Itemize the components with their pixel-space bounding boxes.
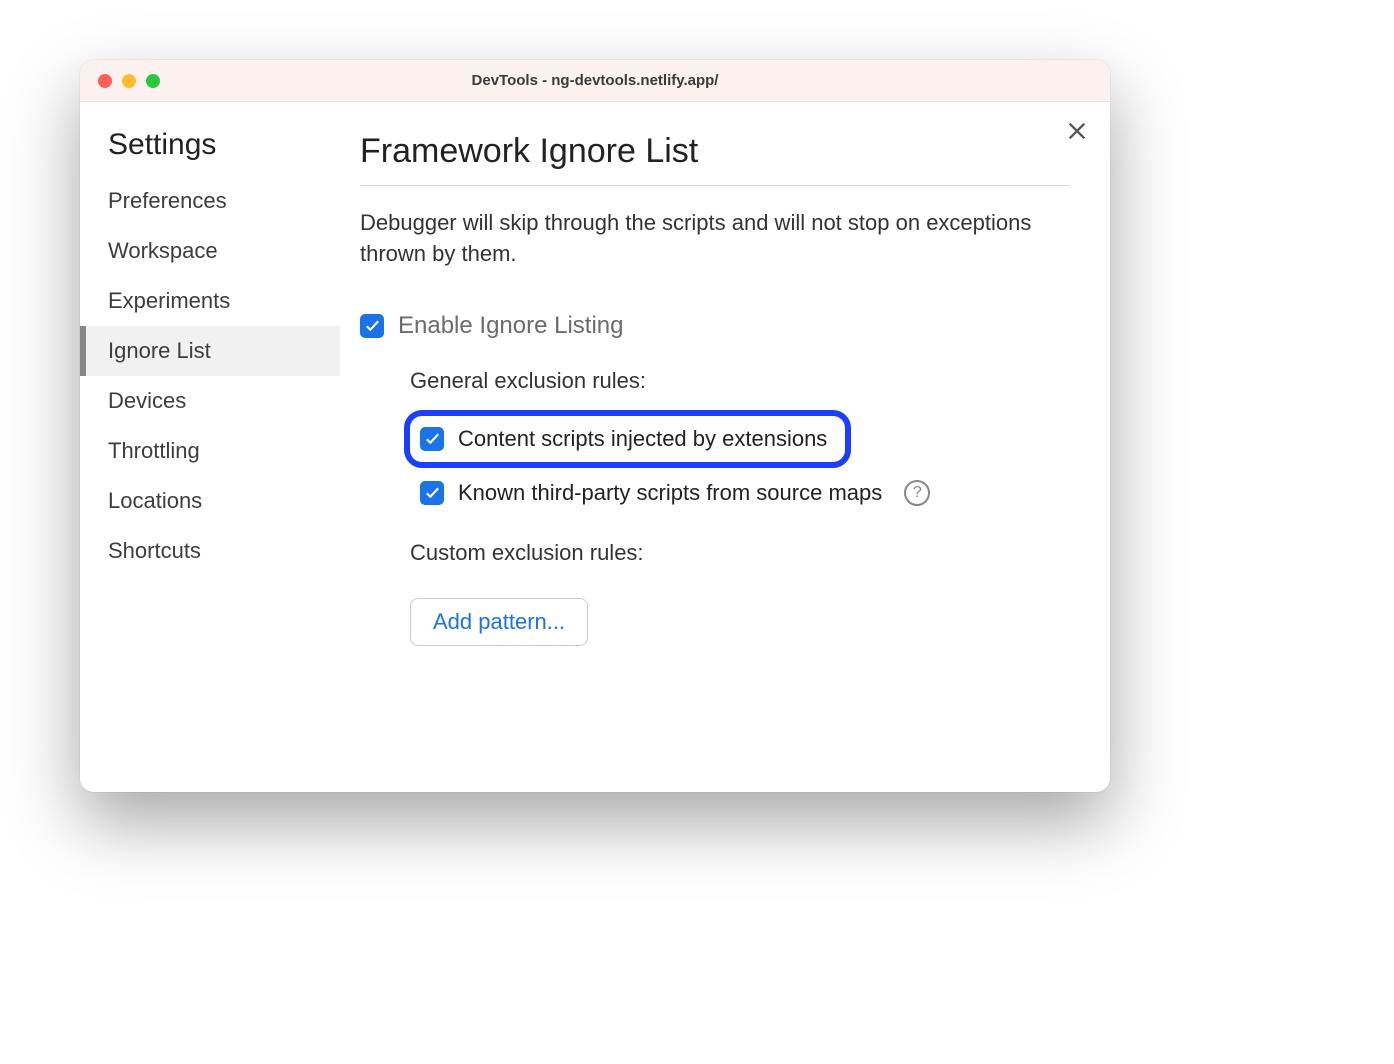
page-title: Framework Ignore List: [360, 132, 1070, 186]
checkmark-icon: [424, 484, 441, 501]
sidebar-item-throttling[interactable]: Throttling: [80, 426, 340, 476]
maximize-window-button[interactable]: [146, 74, 160, 88]
add-pattern-label: Add pattern...: [433, 609, 565, 634]
content-scripts-checkbox[interactable]: [420, 427, 444, 451]
checkmark-icon: [424, 430, 441, 447]
sidebar-item-label: Workspace: [108, 238, 218, 263]
minimize-window-button[interactable]: [122, 74, 136, 88]
close-window-button[interactable]: [98, 74, 112, 88]
general-exclusion-label: General exclusion rules:: [410, 368, 1070, 394]
content-scripts-label: Content scripts injected by extensions: [458, 426, 827, 452]
sidebar-item-experiments[interactable]: Experiments: [80, 276, 340, 326]
custom-exclusion-label: Custom exclusion rules:: [410, 540, 1070, 566]
third-party-rule-row: Known third-party scripts from source ma…: [410, 474, 1070, 512]
enable-ignore-listing-row: Enable Ignore Listing: [360, 312, 1070, 340]
window-titlebar: DevTools - ng-devtools.netlify.app/: [80, 60, 1110, 102]
traffic-lights: [98, 74, 160, 88]
settings-sidebar: Settings Preferences Workspace Experimen…: [80, 102, 340, 792]
sidebar-item-locations[interactable]: Locations: [80, 476, 340, 526]
third-party-scripts-checkbox[interactable]: [420, 481, 444, 505]
sidebar-item-label: Experiments: [108, 288, 230, 313]
devtools-settings-window: DevTools - ng-devtools.netlify.app/ Sett…: [80, 60, 1110, 792]
help-icon[interactable]: ?: [904, 480, 930, 506]
sidebar-item-label: Devices: [108, 388, 186, 413]
enable-ignore-listing-label: Enable Ignore Listing: [398, 312, 624, 340]
sidebar-item-label: Shortcuts: [108, 538, 201, 563]
sidebar-item-preferences[interactable]: Preferences: [80, 176, 340, 226]
settings-content: Settings Preferences Workspace Experimen…: [80, 102, 1110, 792]
add-pattern-button[interactable]: Add pattern...: [410, 598, 588, 646]
page-description: Debugger will skip through the scripts a…: [360, 208, 1070, 270]
settings-main-panel: Framework Ignore List Debugger will skip…: [340, 102, 1110, 792]
close-icon: [1066, 120, 1088, 142]
sidebar-title: Settings: [80, 128, 340, 176]
sidebar-item-devices[interactable]: Devices: [80, 376, 340, 426]
window-title: DevTools - ng-devtools.netlify.app/: [472, 72, 719, 89]
content-scripts-rule-highlight: Content scripts injected by extensions: [404, 410, 851, 468]
checkmark-icon: [364, 317, 381, 334]
sidebar-item-ignore-list[interactable]: Ignore List: [80, 326, 340, 376]
enable-ignore-listing-checkbox[interactable]: [360, 314, 384, 338]
close-settings-button[interactable]: [1066, 120, 1088, 147]
sidebar-item-label: Preferences: [108, 188, 227, 213]
sidebar-item-label: Ignore List: [108, 338, 211, 363]
sidebar-item-workspace[interactable]: Workspace: [80, 226, 340, 276]
third-party-scripts-label: Known third-party scripts from source ma…: [458, 480, 882, 506]
sidebar-item-label: Locations: [108, 488, 202, 513]
sidebar-item-label: Throttling: [108, 438, 200, 463]
sidebar-item-shortcuts[interactable]: Shortcuts: [80, 526, 340, 576]
